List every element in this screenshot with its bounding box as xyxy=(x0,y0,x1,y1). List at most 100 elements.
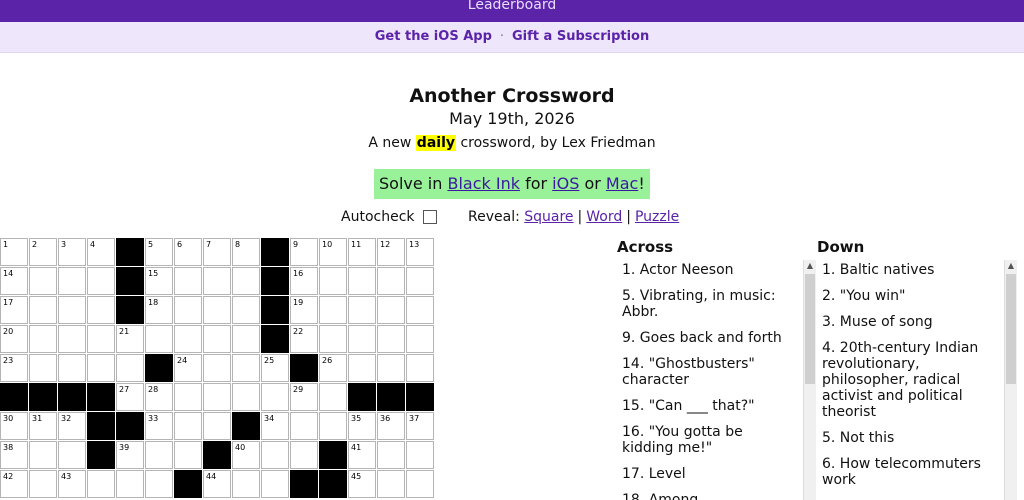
grid-cell[interactable]: 31 xyxy=(29,412,57,440)
reveal-puzzle-link[interactable]: Puzzle xyxy=(635,209,679,225)
grid-cell[interactable]: 45 xyxy=(348,470,376,498)
grid-cell[interactable] xyxy=(203,354,231,382)
grid-cell[interactable]: 4 xyxy=(87,238,115,266)
clue-item[interactable]: 5. Not this xyxy=(817,428,1003,448)
grid-cell[interactable]: 21 xyxy=(116,325,144,353)
grid-cell[interactable] xyxy=(29,354,57,382)
down-clue-list[interactable]: 1. Baltic natives 2. "You win" 3. Muse of … xyxy=(817,260,1003,500)
grid-cell[interactable] xyxy=(58,267,86,295)
grid-cell[interactable] xyxy=(319,383,347,411)
grid-cell[interactable] xyxy=(232,325,260,353)
grid-cell[interactable]: 17 xyxy=(0,296,28,324)
grid-cell[interactable]: 30 xyxy=(0,412,28,440)
down-scrollbar[interactable]: ▲ xyxy=(1004,260,1017,500)
grid-cell[interactable]: 23 xyxy=(0,354,28,382)
grid-cell[interactable] xyxy=(377,325,405,353)
grid-cell[interactable]: 27 xyxy=(116,383,144,411)
grid-cell[interactable] xyxy=(348,325,376,353)
grid-cell[interactable]: 25 xyxy=(261,354,289,382)
grid-cell[interactable]: 37 xyxy=(406,412,434,440)
across-scrollbar[interactable]: ▲ xyxy=(803,260,816,500)
grid-cell[interactable] xyxy=(174,296,202,324)
grid-cell[interactable] xyxy=(87,267,115,295)
grid-cell[interactable] xyxy=(29,267,57,295)
grid-cell[interactable]: 2 xyxy=(29,238,57,266)
grid-cell[interactable] xyxy=(319,412,347,440)
grid-cell[interactable] xyxy=(29,296,57,324)
grid-cell[interactable]: 28 xyxy=(145,383,173,411)
grid-cell[interactable] xyxy=(203,412,231,440)
scroll-thumb[interactable] xyxy=(805,274,815,384)
get-ios-app-link[interactable]: Get the iOS App xyxy=(375,29,492,44)
grid-cell[interactable] xyxy=(203,267,231,295)
grid-cell[interactable] xyxy=(377,441,405,469)
grid-cell[interactable] xyxy=(58,441,86,469)
grid-cell[interactable]: 12 xyxy=(377,238,405,266)
clue-item[interactable]: 4. 20th-century Indian revolutionary, ph… xyxy=(817,338,1003,422)
grid-cell[interactable] xyxy=(232,296,260,324)
grid-cell[interactable] xyxy=(377,296,405,324)
grid-cell[interactable]: 11 xyxy=(348,238,376,266)
grid-cell[interactable] xyxy=(377,470,405,498)
grid-cell[interactable]: 10 xyxy=(319,238,347,266)
grid-cell[interactable] xyxy=(174,441,202,469)
grid-cell[interactable]: 19 xyxy=(290,296,318,324)
grid-cell[interactable]: 42 xyxy=(0,470,28,498)
grid-cell[interactable] xyxy=(406,470,434,498)
grid-cell[interactable] xyxy=(406,267,434,295)
scroll-up-icon[interactable]: ▲ xyxy=(804,260,816,272)
grid-cell[interactable] xyxy=(377,267,405,295)
grid-cell[interactable]: 41 xyxy=(348,441,376,469)
grid-cell[interactable]: 13 xyxy=(406,238,434,266)
clue-item[interactable]: 1. Actor Neeson xyxy=(617,260,801,280)
across-clue-list[interactable]: 1. Actor Neeson 5. Vibrating, in music: A… xyxy=(617,260,801,500)
grid-cell[interactable]: 26 xyxy=(319,354,347,382)
clue-item[interactable]: 16. "You gotta be kidding me!" xyxy=(617,422,801,458)
grid-cell[interactable]: 9 xyxy=(290,238,318,266)
grid-cell[interactable]: 34 xyxy=(261,412,289,440)
grid-cell[interactable] xyxy=(87,325,115,353)
grid-cell[interactable] xyxy=(232,354,260,382)
grid-cell[interactable] xyxy=(348,267,376,295)
grid-cell[interactable]: 7 xyxy=(203,238,231,266)
grid-cell[interactable] xyxy=(58,296,86,324)
grid-cell[interactable]: 20 xyxy=(0,325,28,353)
grid-cell[interactable]: 5 xyxy=(145,238,173,266)
grid-cell[interactable] xyxy=(232,383,260,411)
grid-cell[interactable]: 29 xyxy=(290,383,318,411)
grid-cell[interactable] xyxy=(406,354,434,382)
grid-cell[interactable]: 8 xyxy=(232,238,260,266)
reveal-word-link[interactable]: Word xyxy=(586,209,622,225)
grid-cell[interactable] xyxy=(232,267,260,295)
grid-cell[interactable]: 3 xyxy=(58,238,86,266)
grid-cell[interactable] xyxy=(261,470,289,498)
clue-item[interactable]: 15. "Can ___ that?" xyxy=(617,396,801,416)
grid-cell[interactable] xyxy=(145,325,173,353)
grid-cell[interactable] xyxy=(29,325,57,353)
grid-cell[interactable] xyxy=(377,354,405,382)
grid-cell[interactable]: 6 xyxy=(174,238,202,266)
grid-cell[interactable] xyxy=(203,296,231,324)
grid-cell[interactable]: 36 xyxy=(377,412,405,440)
grid-cell[interactable] xyxy=(406,325,434,353)
grid-cell[interactable]: 44 xyxy=(203,470,231,498)
clue-item[interactable]: 3. Muse of song xyxy=(817,312,1003,332)
grid-cell[interactable] xyxy=(58,325,86,353)
grid-cell[interactable] xyxy=(87,354,115,382)
clue-item[interactable]: 17. Level xyxy=(617,464,801,484)
grid-cell[interactable]: 33 xyxy=(145,412,173,440)
black-ink-link[interactable]: Black Ink xyxy=(447,174,520,193)
autocheck-checkbox[interactable] xyxy=(422,210,437,224)
grid-cell[interactable] xyxy=(319,267,347,295)
clue-item[interactable]: 6. How telecommuters work xyxy=(817,454,1003,490)
clue-item[interactable]: 9. Goes back and forth xyxy=(617,328,801,348)
grid-cell[interactable] xyxy=(290,441,318,469)
reveal-square-link[interactable]: Square xyxy=(524,209,573,225)
grid-cell[interactable] xyxy=(174,325,202,353)
grid-cell[interactable] xyxy=(348,354,376,382)
ios-link[interactable]: iOS xyxy=(552,174,579,193)
grid-cell[interactable]: 16 xyxy=(290,267,318,295)
grid-cell[interactable] xyxy=(203,325,231,353)
grid-cell[interactable]: 43 xyxy=(58,470,86,498)
grid-cell[interactable] xyxy=(87,470,115,498)
